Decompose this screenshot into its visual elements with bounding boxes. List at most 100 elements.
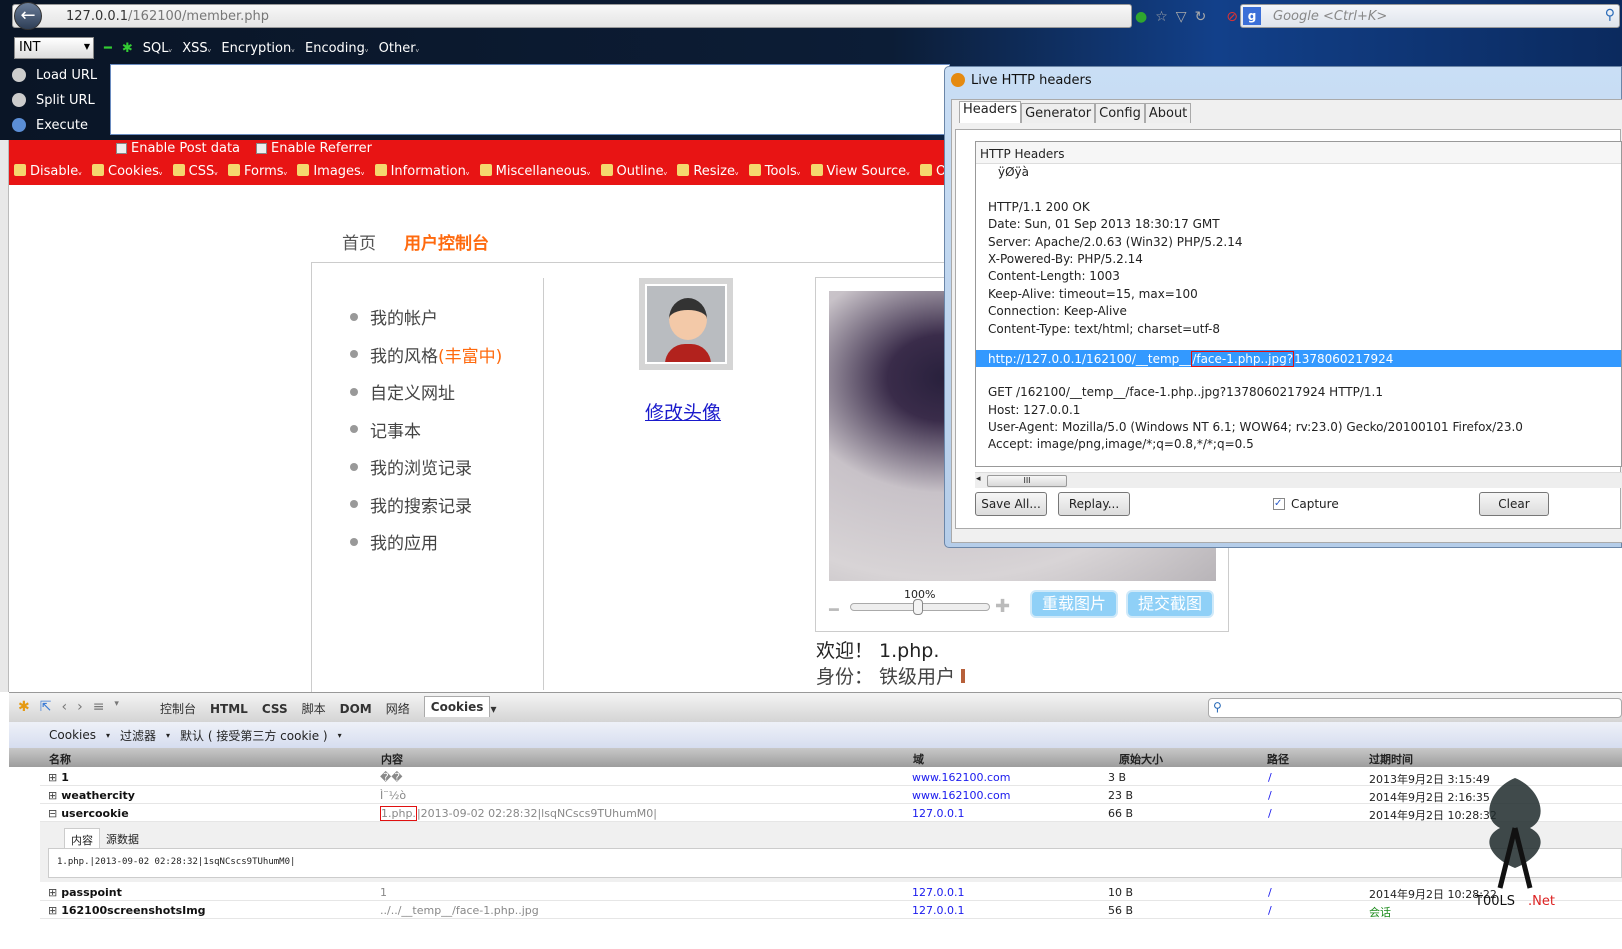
scroll-thumb[interactable]: III <box>987 475 1067 487</box>
selected-request-url[interactable]: http://127.0.0.1/162100/__temp__/face-1.… <box>976 349 1621 368</box>
col-size[interactable]: 原始大小 <box>1119 751 1163 767</box>
menu-icon[interactable]: ≡ <box>93 699 105 715</box>
increase-icon[interactable]: ✱ <box>122 41 133 56</box>
hackbar-url-input[interactable] <box>110 64 950 135</box>
firebug-tab[interactable]: CSS <box>262 702 288 716</box>
tab-config[interactable]: Config <box>1095 103 1145 123</box>
load-url-button[interactable]: Load URL <box>12 64 108 86</box>
scroll-left-icon[interactable]: ◂ <box>976 474 981 484</box>
webdev-css[interactable]: CSS <box>172 164 218 179</box>
cookie-row[interactable]: usercookie 1.php.|2013-09-02 02:28:32|lsq… <box>40 804 1622 822</box>
capture-checkbox[interactable]: ✓ Capture <box>1273 497 1339 511</box>
clear-button[interactable]: Clear <box>1479 492 1549 516</box>
sidebar-scrollbar[interactable] <box>0 140 9 692</box>
execute-button[interactable]: Execute <box>12 114 108 136</box>
back-button[interactable]: ← <box>14 2 42 30</box>
search-icon[interactable]: ⚲ <box>1605 7 1615 23</box>
nav-user-console[interactable]: 用户控制台 <box>404 229 489 254</box>
col-domain[interactable]: 域 <box>913 751 924 767</box>
zoom-in-icon[interactable]: ✚ <box>995 596 1010 617</box>
int-select[interactable]: INT <box>14 37 94 59</box>
dropdown-icon[interactable]: ▾ <box>114 699 119 715</box>
cookies-menu[interactable]: Cookies <box>49 728 96 742</box>
col-name[interactable]: 名称 <box>49 751 71 767</box>
menu-other[interactable]: Other <box>379 41 420 56</box>
back-icon[interactable]: ‹ <box>61 699 67 715</box>
enable-post-checkbox[interactable]: Enable Post data <box>116 141 240 156</box>
header-line: X-Powered-By: PHP/5.2.14 <box>988 251 1143 266</box>
firebug-tab[interactable]: Cookies <box>423 696 491 717</box>
highlighted-filename: /face-1.php..jpg? <box>1191 350 1295 367</box>
user-menu-item[interactable]: 记事本 <box>350 411 502 449</box>
firebug-tab[interactable]: DOM <box>340 702 372 716</box>
webdev-view-source[interactable]: View Source <box>810 164 910 179</box>
green-addon-icon[interactable]: ● <box>1135 9 1147 25</box>
col-expires[interactable]: 过期时间 <box>1369 751 1413 767</box>
webdev-cookies[interactable]: Cookies <box>92 164 163 179</box>
google-icon[interactable]: g <box>1243 7 1261 25</box>
menu-encoding[interactable]: Encoding <box>305 41 369 56</box>
checkbox[interactable] <box>116 143 127 154</box>
firebug-icon[interactable]: ✱ <box>18 699 30 715</box>
webdev-tools[interactable]: Tools <box>748 164 801 179</box>
label: View Source <box>826 164 907 179</box>
forward-icon[interactable]: › <box>77 699 83 715</box>
webdev-disable[interactable]: Disable <box>14 164 82 179</box>
cookie-row[interactable]: 1��www.162100.com3 B/2013年9月2日 3:15:49 <box>40 768 1622 786</box>
search-box[interactable]: g Google <Ctrl+K> ⚲ <box>1240 4 1620 28</box>
horizontal-scrollbar[interactable]: ◂ III <box>975 472 1622 488</box>
col-content[interactable]: 内容 <box>381 751 403 767</box>
save-all-button[interactable]: Save All... <box>975 492 1047 516</box>
decrease-icon[interactable]: ━ <box>104 41 112 56</box>
user-menu-item[interactable]: 自定义网址 <box>350 373 502 411</box>
user-menu-item[interactable]: 我的帐户 <box>350 298 502 336</box>
webdev-miscellaneous[interactable]: Miscellaneous <box>479 164 591 179</box>
webdev-outline[interactable]: Outline <box>600 164 668 179</box>
filter-menu[interactable]: 过滤器 <box>120 727 156 744</box>
cookie-row[interactable]: 162100screenshotsImg ../../__temp__/face-… <box>40 901 1622 919</box>
zoom-out-icon[interactable]: ━ <box>829 600 839 619</box>
noscript-icon[interactable]: ⊘ <box>1226 9 1238 25</box>
inspect-icon[interactable]: ⇱ <box>40 699 52 715</box>
enable-referrer-checkbox[interactable]: Enable Referrer <box>256 141 372 156</box>
webdev-forms[interactable]: Forms <box>228 164 287 179</box>
default-policy-menu[interactable]: 默认 ( 接受第三方 cookie ) <box>180 727 328 744</box>
firebug-tab[interactable]: HTML <box>210 702 248 716</box>
webdev-resize[interactable]: Resize <box>677 164 738 179</box>
checkbox[interactable] <box>256 143 268 154</box>
tab-generator[interactable]: Generator <box>1021 103 1096 123</box>
cookie-row[interactable]: passpoint1127.0.0.110 B/2014年9月2日 10:28:… <box>40 883 1622 901</box>
http-headers-list[interactable]: HTTP Headers ÿØÿà HTTP/1.1 200 OK Date: Su… <box>975 141 1622 467</box>
col-path[interactable]: 路径 <box>1267 751 1289 767</box>
reload-image-button[interactable]: 重载图片 <box>1030 590 1119 618</box>
cookie-row[interactable]: weathercityÌ¨½òwww.162100.com23 B/2014年9… <box>40 786 1622 804</box>
dropdown-icon[interactable]: ▽ <box>1176 9 1187 25</box>
menu-xss[interactable]: XSS <box>182 41 211 56</box>
split-url-button[interactable]: Split URL <box>12 89 108 111</box>
webdev-images[interactable]: Images <box>297 164 364 179</box>
user-menu-item[interactable]: 我的应用 <box>350 523 502 561</box>
menu-sql[interactable]: SQL <box>143 41 173 56</box>
tab-headers[interactable]: Headers <box>959 101 1022 123</box>
label: 记事本 <box>370 421 421 442</box>
firebug-tab[interactable]: 控制台 <box>160 700 196 717</box>
firebug-tab[interactable]: 脚本 <box>302 700 326 717</box>
tab-about[interactable]: About <box>1144 103 1192 123</box>
bookmark-star-icon[interactable]: ☆ <box>1155 9 1168 25</box>
url-text[interactable]: 127.0.0.1/162100/member.php <box>66 9 269 24</box>
replay-button[interactable]: Replay... <box>1058 492 1130 516</box>
user-menu-item[interactable]: 我的浏览记录 <box>350 448 502 486</box>
firebug-tab[interactable]: 网络 <box>386 700 410 717</box>
reload-icon[interactable]: ↻ <box>1195 9 1207 25</box>
firebug-search[interactable]: ⚲ <box>1208 698 1622 718</box>
user-menu-item[interactable]: 我的风格 (丰富中) <box>350 336 502 374</box>
menu-encryption[interactable]: Encryption <box>221 41 295 56</box>
zoom-slider-handle[interactable] <box>913 599 923 615</box>
nav-home[interactable]: 首页 <box>342 229 376 254</box>
edit-avatar-link[interactable]: 修改头像 <box>645 398 721 425</box>
webdev-information[interactable]: Information <box>374 164 470 179</box>
chevron-down-icon[interactable]: ▾ <box>490 702 496 716</box>
submit-screenshot-button[interactable]: 提交截图 <box>1126 590 1215 618</box>
user-menu-item[interactable]: 我的搜索记录 <box>350 486 502 524</box>
checkbox-checked[interactable]: ✓ <box>1273 498 1285 510</box>
